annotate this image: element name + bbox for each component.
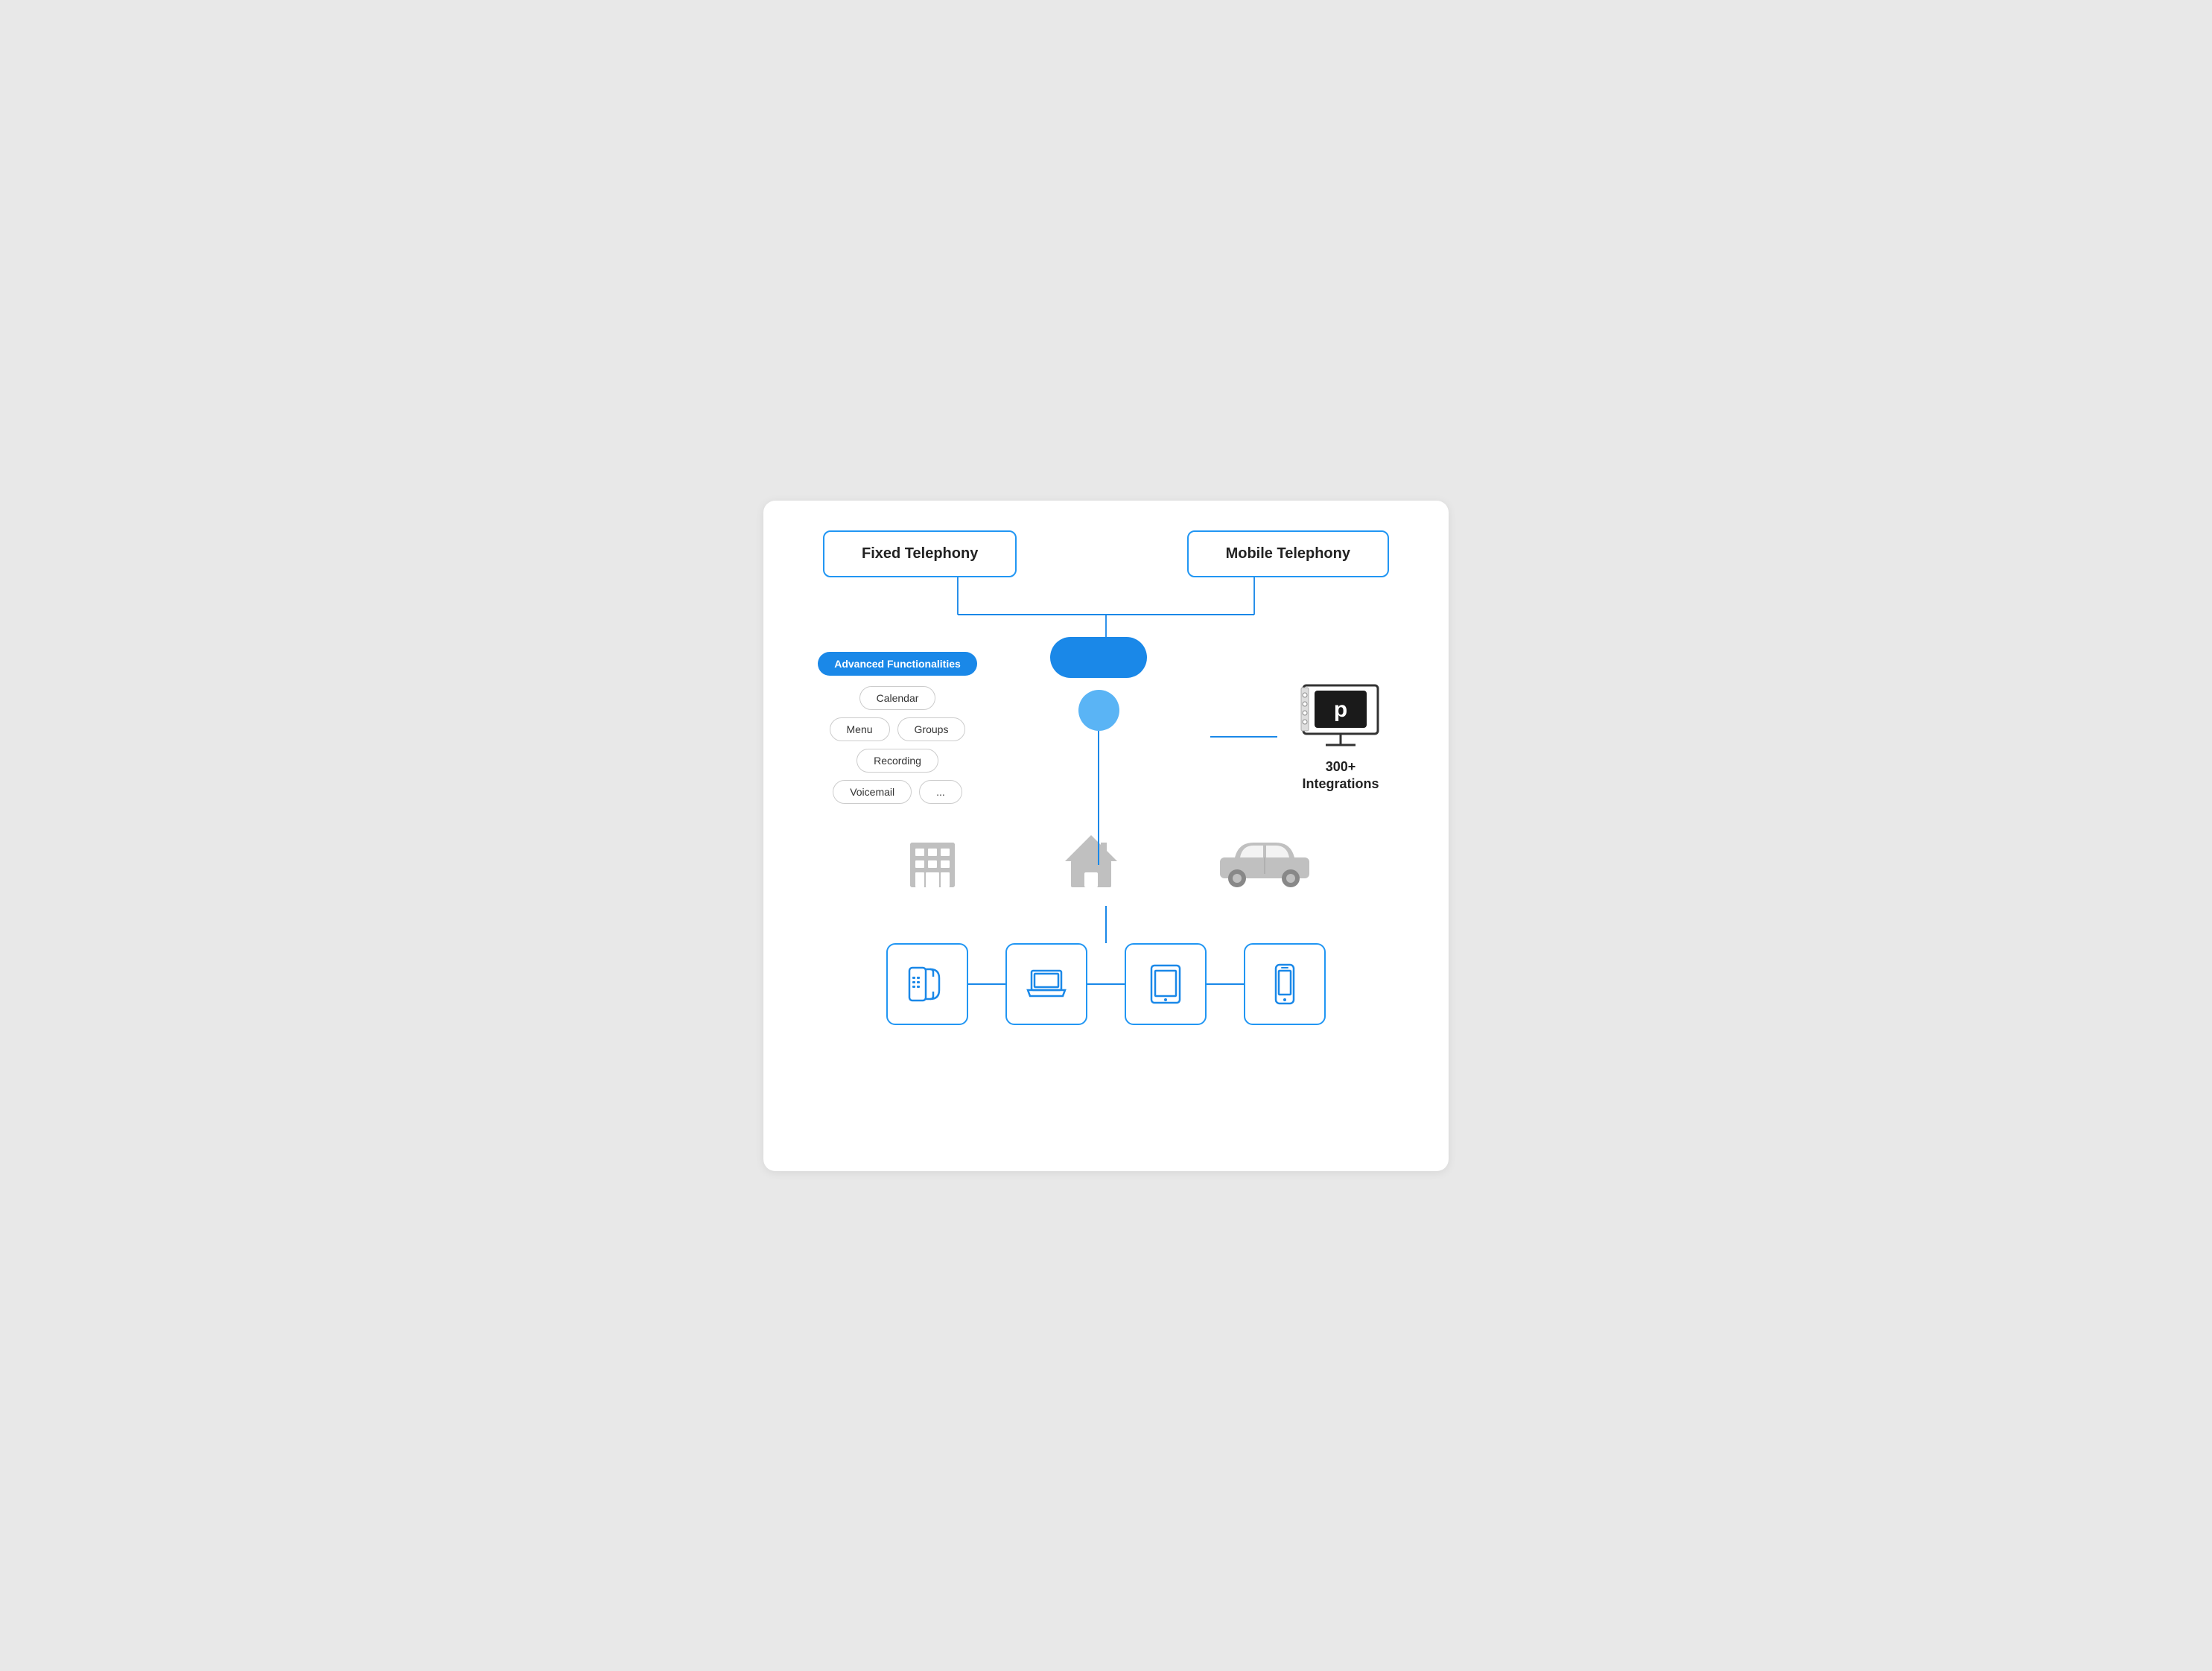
device-mobile xyxy=(1244,943,1326,1025)
integrations-box: p 300+ Integrations xyxy=(1277,682,1404,793)
svg-text:p: p xyxy=(1334,697,1347,722)
blue-circle-node xyxy=(1078,690,1119,731)
advanced-title: Advanced Functionalities xyxy=(818,652,977,676)
h-connector-3 xyxy=(1207,983,1244,985)
mobile-icon xyxy=(1270,962,1300,1006)
pill-groups: Groups xyxy=(897,717,966,741)
pill-menu: Menu xyxy=(830,717,890,741)
laptop-icon xyxy=(1024,962,1069,1006)
h-connector-1 xyxy=(968,983,1005,985)
tablet-icon xyxy=(1145,962,1186,1006)
device-desk-phone xyxy=(886,943,968,1025)
mobile-telephony-box: Mobile Telephony xyxy=(1187,530,1389,577)
pill-row-voicemail-more: Voicemail ... xyxy=(833,780,962,804)
fixed-telephony-box: Fixed Telephony xyxy=(823,530,1017,577)
device-laptop xyxy=(1005,943,1087,1025)
top-row: Fixed Telephony Mobile Telephony xyxy=(808,530,1404,577)
integrations-icon: p xyxy=(1300,682,1382,752)
center-section xyxy=(987,637,1210,865)
top-connector xyxy=(823,577,1389,644)
pill-voicemail: Voicemail xyxy=(833,780,912,804)
middle-section: Advanced Functionalities Calendar Menu G… xyxy=(808,637,1404,865)
device-row xyxy=(808,943,1404,1025)
pill-recording: Recording xyxy=(856,749,938,773)
bottom-v-line xyxy=(1105,906,1107,943)
device-tablet xyxy=(1125,943,1207,1025)
advanced-panel: Advanced Functionalities Calendar Menu G… xyxy=(808,637,987,804)
h-line-to-integrations xyxy=(1210,736,1277,738)
integrations-section: p 300+ Integrations xyxy=(1210,637,1404,793)
center-v-line xyxy=(1098,731,1099,865)
desk-phone-icon xyxy=(905,962,950,1006)
h-connector-2 xyxy=(1087,983,1125,985)
pill-more: ... xyxy=(919,780,962,804)
pill-calendar: Calendar xyxy=(859,686,936,710)
pill-row-menu-groups: Menu Groups xyxy=(830,717,966,741)
integrations-label: 300+ Integrations xyxy=(1302,758,1379,793)
blue-oval-node xyxy=(1050,637,1147,678)
diagram-container: Fixed Telephony Mobile Telephony Advance… xyxy=(763,501,1449,1171)
